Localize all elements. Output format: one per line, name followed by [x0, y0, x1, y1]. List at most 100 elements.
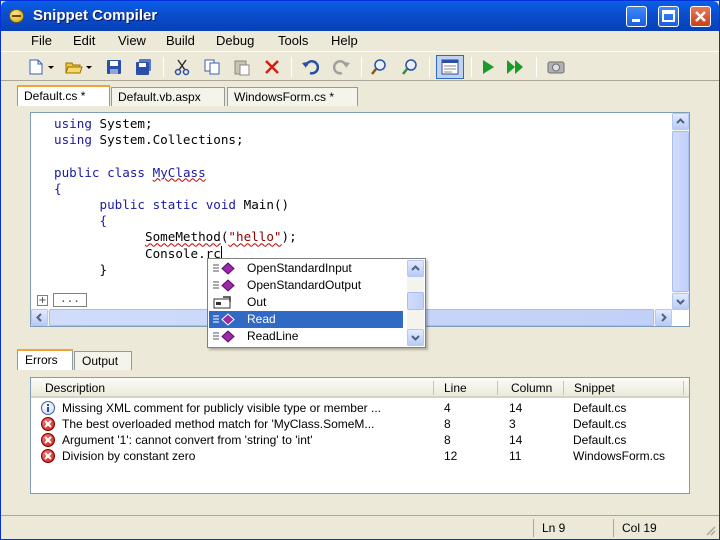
- row-column: 14: [509, 433, 523, 447]
- autocomplete-item-selected[interactable]: Read: [209, 311, 403, 328]
- scroll-down-button[interactable]: [407, 329, 424, 346]
- save-all-icon[interactable]: [135, 58, 153, 76]
- error-list-header: Description Line Column Snippet: [31, 378, 689, 398]
- save-icon[interactable]: [105, 58, 123, 76]
- close-icon: [695, 11, 706, 22]
- maximize-button[interactable]: [658, 6, 679, 27]
- resize-grip-icon[interactable]: [704, 524, 716, 536]
- row-line: 8: [444, 433, 451, 447]
- autocomplete-scrollbar[interactable]: [407, 260, 424, 346]
- table-row[interactable]: Missing XML comment for publicly visible…: [31, 400, 689, 416]
- error-icon: [41, 449, 55, 463]
- menu-edit[interactable]: Edit: [73, 33, 95, 48]
- method-icon: [213, 279, 235, 292]
- row-line: 8: [444, 417, 451, 431]
- menu-debug[interactable]: Debug: [216, 33, 254, 48]
- chevron-down-icon[interactable]: [85, 58, 93, 76]
- code-line: {: [99, 213, 108, 229]
- column-header-snippet[interactable]: Snippet: [574, 381, 615, 395]
- menu-tools[interactable]: Tools: [278, 33, 308, 48]
- column-header-line[interactable]: Line: [444, 381, 467, 395]
- row-column: 14: [509, 401, 523, 415]
- tab-default-vb-aspx[interactable]: Default.vb.aspx: [111, 87, 225, 106]
- replace-icon[interactable]: [401, 58, 419, 76]
- autocomplete-item[interactable]: ReadLine: [209, 328, 403, 345]
- delete-icon[interactable]: [263, 58, 281, 76]
- chevron-down-icon: [411, 335, 420, 341]
- code-line: public static void Main(): [99, 197, 290, 213]
- minimize-button[interactable]: [626, 6, 647, 27]
- column-header-description[interactable]: Description: [45, 381, 105, 395]
- scroll-down-button[interactable]: [672, 293, 689, 310]
- paste-icon[interactable]: [233, 58, 251, 76]
- chevron-down-icon: [676, 299, 685, 305]
- copy-icon[interactable]: [203, 58, 221, 76]
- column-divider[interactable]: [497, 381, 498, 395]
- toolbar-separator: [471, 57, 472, 77]
- error-icon: [41, 433, 55, 447]
- menu-file[interactable]: File: [31, 33, 52, 48]
- tab-default-cs[interactable]: Default.cs *: [17, 85, 110, 106]
- column-divider[interactable]: [433, 381, 434, 395]
- menu-build[interactable]: Build: [166, 33, 195, 48]
- screenshot-icon[interactable]: [547, 58, 565, 76]
- app-window: Snippet Compiler File Edit View Build De…: [0, 0, 720, 540]
- table-row[interactable]: Division by constant zero 12 11 WindowsF…: [31, 448, 689, 464]
- row-column: 3: [509, 417, 516, 431]
- status-line: Ln 9: [533, 519, 611, 537]
- scroll-thumb[interactable]: [672, 131, 689, 292]
- run-icon[interactable]: [479, 58, 497, 76]
- row-snippet: WindowsForm.cs: [573, 449, 666, 463]
- redo-icon[interactable]: [333, 58, 351, 76]
- tab-windowsform-cs[interactable]: WindowsForm.cs *: [227, 87, 358, 106]
- collapsed-region[interactable]: ...: [53, 293, 87, 307]
- title-bar[interactable]: Snippet Compiler: [1, 1, 719, 31]
- maximize-icon: [662, 10, 675, 22]
- row-line: 4: [444, 401, 451, 415]
- column-divider[interactable]: [563, 381, 564, 395]
- row-description: The best overloaded method match for 'My…: [62, 417, 375, 431]
- code-line: using System.Collections;: [54, 132, 244, 148]
- chevron-right-icon: [661, 313, 667, 322]
- output-window-toggle[interactable]: [436, 55, 464, 79]
- autocomplete-item[interactable]: Out: [209, 294, 403, 311]
- scroll-right-button[interactable]: [655, 309, 672, 326]
- tab-errors[interactable]: Errors: [17, 349, 73, 370]
- open-folder-icon[interactable]: [65, 58, 83, 76]
- menu-help[interactable]: Help: [331, 33, 358, 48]
- table-row[interactable]: The best overloaded method match for 'My…: [31, 416, 689, 432]
- editor-vertical-scrollbar[interactable]: [672, 113, 689, 310]
- undo-icon[interactable]: [301, 58, 319, 76]
- new-file-icon[interactable]: [27, 58, 45, 76]
- close-button[interactable]: [690, 6, 711, 27]
- row-snippet: Default.cs: [573, 433, 627, 447]
- autocomplete-item[interactable]: OpenStandardOutput: [209, 277, 403, 294]
- column-divider[interactable]: [683, 381, 684, 395]
- chevron-down-icon[interactable]: [47, 58, 55, 76]
- scroll-up-button[interactable]: [672, 113, 689, 130]
- code-line: using System;: [54, 116, 153, 131]
- scroll-up-button[interactable]: [407, 260, 424, 277]
- column-header-column[interactable]: Column: [511, 381, 552, 395]
- row-snippet: Default.cs: [573, 417, 627, 431]
- autocomplete-item[interactable]: OpenStandardInput: [209, 260, 403, 277]
- menu-bar: File Edit View Build Debug Tools Help: [1, 31, 719, 51]
- menu-view[interactable]: View: [118, 33, 146, 48]
- window-title: Snippet Compiler: [33, 7, 158, 24]
- scroll-left-button[interactable]: [31, 309, 48, 326]
- table-row[interactable]: Argument '1': cannot convert from 'strin…: [31, 432, 689, 448]
- property-icon: [213, 296, 231, 309]
- row-snippet: Default.cs: [573, 401, 627, 415]
- chevron-left-icon: [36, 313, 42, 322]
- tab-output[interactable]: Output: [74, 351, 132, 370]
- fold-expand-button[interactable]: +: [37, 295, 48, 306]
- status-column: Col 19: [613, 519, 703, 537]
- toolbar-separator: [429, 57, 430, 77]
- find-icon[interactable]: [370, 58, 388, 76]
- cut-icon[interactable]: [173, 58, 191, 76]
- code-line: Console.rc: [145, 245, 222, 261]
- code-text[interactable]: using System; using System.Collections; …: [54, 116, 297, 278]
- scroll-thumb[interactable]: [407, 292, 424, 310]
- chevron-up-icon: [676, 118, 685, 124]
- run-all-icon[interactable]: [506, 58, 524, 76]
